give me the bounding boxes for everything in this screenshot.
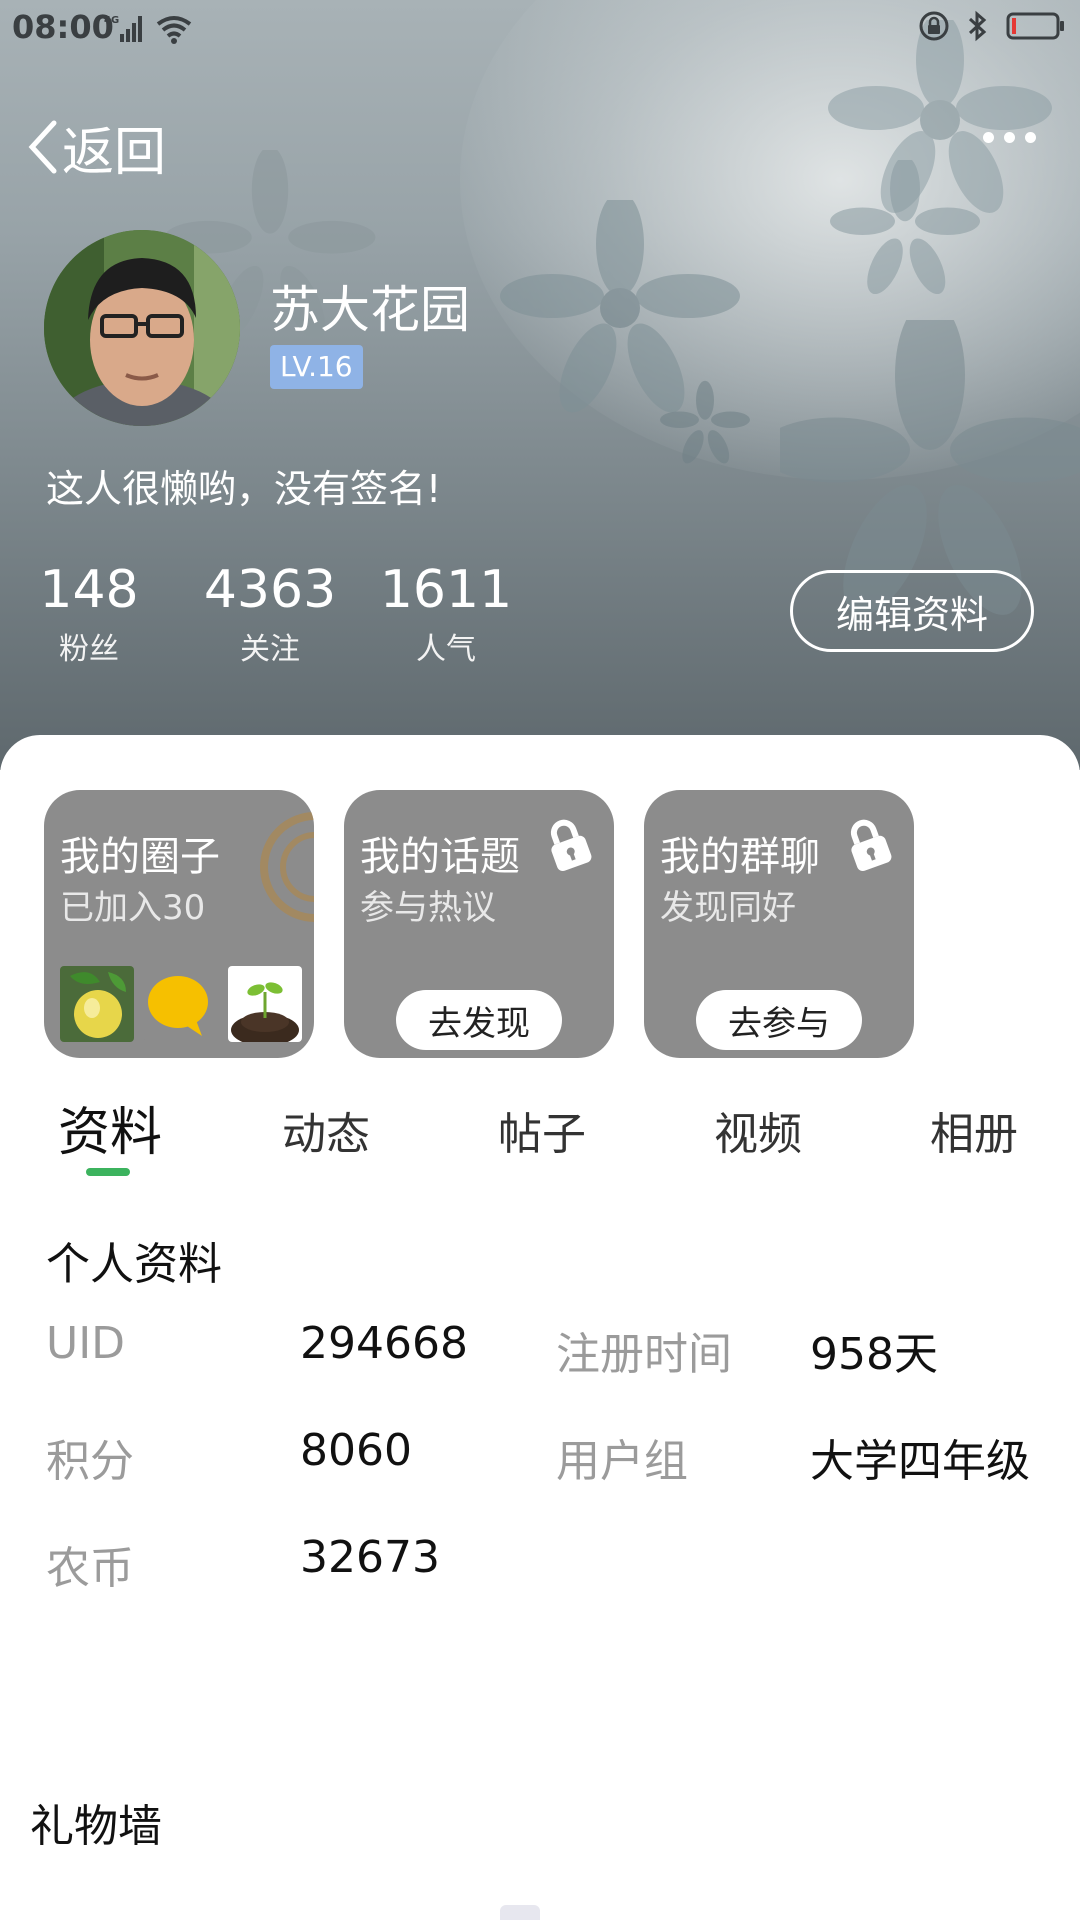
sprout-image [228,966,302,1042]
gift-wall-peek [500,1905,540,1920]
info-value-points: 8060 [300,1425,412,1476]
info-value-register-time: 958天 [810,1329,938,1380]
bluetooth-icon [968,10,987,42]
battery-low-icon [1006,12,1064,40]
status-left-icons: 4G [104,10,194,44]
info-value-uid: 294668 [300,1318,468,1369]
card-subtitle: 已加入30 [60,888,206,928]
card-my-circles[interactable]: 我的圈子 已加入30 [44,790,314,1058]
card-subtitle: 发现同好 [660,888,796,928]
info-label-coins: 农币 [46,1543,134,1594]
tab-albums[interactable]: 相册 [930,1098,1018,1162]
circle-thumbnails [60,966,302,1042]
card-my-group-chats[interactable]: 我的群聊 发现同好 去参与 [644,790,914,1058]
lock-rotation-icon [919,11,949,41]
pomelo-image [60,966,134,1042]
info-value-user-group: 大学四年级 [810,1436,1030,1487]
back-label: 返回 [62,122,167,183]
profile-stats: 148 粉丝 4363 关注 1611 人气 [39,560,512,668]
gift-wall-title: 礼物墙 [30,1801,162,1852]
join-button[interactable]: 去参与 [696,990,862,1050]
info-value-coins: 32673 [300,1532,440,1583]
lock-icon [850,819,892,872]
tab-profile[interactable]: 资料 [58,1090,162,1165]
sprout-thumbnail[interactable] [228,966,302,1042]
info-label-uid: UID [46,1318,126,1369]
more-dot-icon [983,132,994,143]
personal-info-title: 个人资料 [46,1239,222,1290]
signal-icon: 4G [104,15,142,42]
info-row: 积分 8060 用户组 大学四年级 [0,1425,1080,1487]
tab-posts[interactable]: 帖子 [498,1098,586,1162]
stat-value: 4363 [203,560,337,620]
status-bar: 08:00 4G [0,0,1080,56]
card-subtitle: 参与热议 [360,888,496,928]
profile-name: 苏大花园 [270,281,470,339]
flower-decoration-icon [830,160,980,295]
level-badge: LV.16 [270,345,363,389]
feature-cards: 我的圈子 已加入30 我的话题 参与热议 去发现 我的群聊 发现同好 去参与 [44,790,914,1058]
lock-icon [550,819,592,872]
wifi-icon [156,16,192,44]
card-title: 我的圈子 [60,834,220,880]
card-title: 我的话题 [360,834,520,880]
stat-value: 148 [39,560,139,620]
status-time: 08:00 [12,8,114,46]
pomelo-thumbnail[interactable] [60,966,134,1042]
avatar[interactable] [44,230,240,426]
stat-followers[interactable]: 148 粉丝 [39,560,138,668]
active-tab-indicator [86,1168,130,1176]
card-title: 我的群聊 [660,834,820,880]
discover-button[interactable]: 去发现 [396,990,562,1050]
status-right-icons [918,10,1066,42]
stat-label: 粉丝 [59,632,119,667]
info-row: UID 294668 注册时间 958天 [0,1318,1080,1380]
info-label-user-group: 用户组 [556,1436,688,1487]
profile-signature: 这人很懒哟，没有签名! [46,467,442,511]
stat-following[interactable]: 4363 关注 [204,560,336,668]
svg-text:4G: 4G [104,15,119,26]
more-dot-icon [1004,132,1015,143]
stat-label: 人气 [416,632,476,667]
tab-activity[interactable]: 动态 [282,1098,370,1162]
profile-tabs: 资料 动态 帖子 视频 相册 [0,1090,1080,1180]
stat-label: 关注 [240,632,300,667]
back-button[interactable]: 返回 [28,112,167,183]
stat-value: 1611 [379,560,513,620]
chat-bubble-thumbnail[interactable] [144,966,218,1042]
chat-bubble-icon [144,966,218,1042]
more-options-button[interactable] [983,132,1036,143]
info-label-register-time: 注册时间 [556,1329,732,1380]
card-my-topics[interactable]: 我的话题 参与热议 去发现 [344,790,614,1058]
more-dot-icon [1025,132,1036,143]
avatar-photo [44,230,240,426]
info-row: 农币 32673 [0,1532,1080,1594]
tab-videos[interactable]: 视频 [714,1098,802,1162]
flower-decoration-icon [660,380,750,464]
stat-popularity[interactable]: 1611 人气 [380,560,512,668]
chevron-left-icon [28,120,57,174]
edit-profile-button[interactable]: 编辑资料 [790,570,1034,652]
info-label-points: 积分 [46,1436,134,1487]
